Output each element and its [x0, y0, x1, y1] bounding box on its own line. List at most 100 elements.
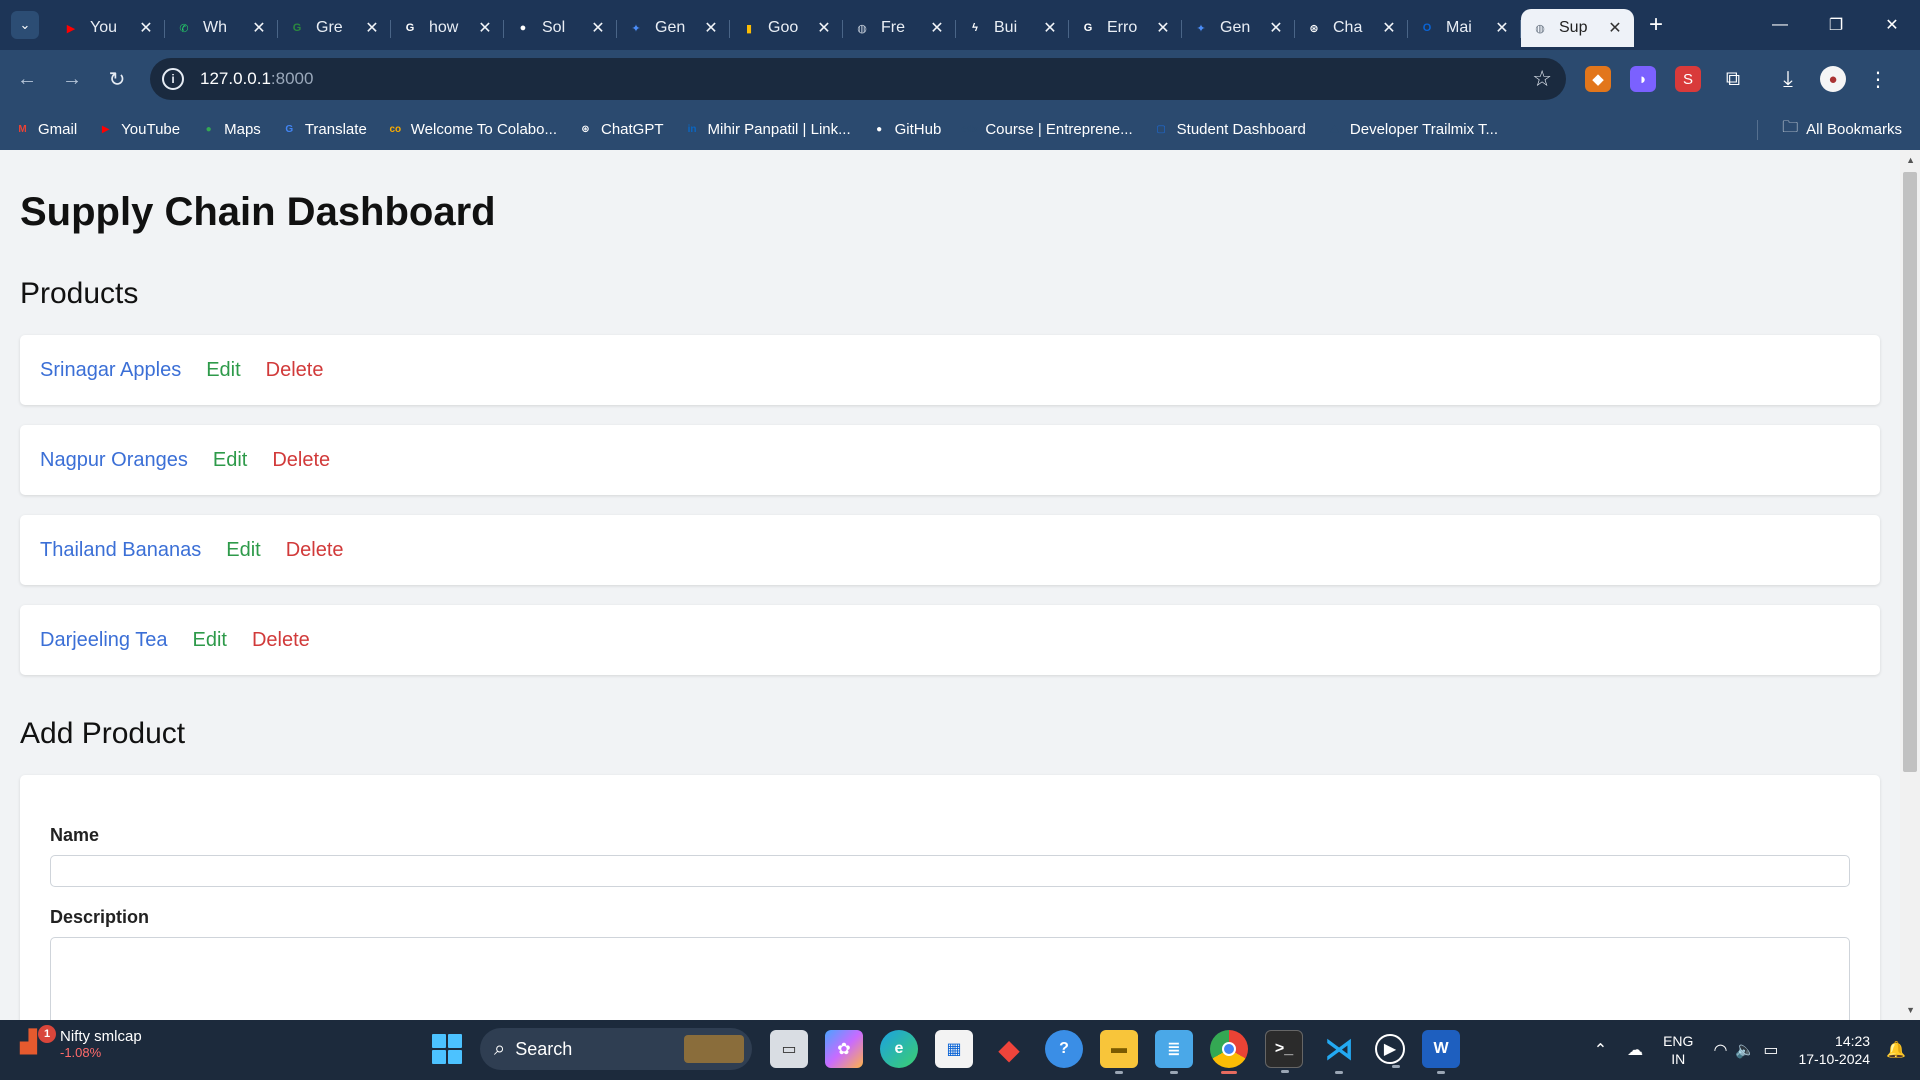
tab-close-icon[interactable]: ✕	[363, 18, 381, 38]
battery-icon[interactable]: ▭	[1763, 1040, 1778, 1060]
extensions-puzzle-icon[interactable]: ⧉	[1720, 66, 1746, 92]
tab-close-icon[interactable]: ✕	[1267, 18, 1285, 38]
tab-search-button[interactable]: ⌄	[11, 11, 39, 39]
file-explorer-icon[interactable]: ▬	[1100, 1030, 1138, 1074]
browser-tab[interactable]: ✦ Gen ✕	[617, 9, 730, 47]
browser-tab[interactable]: G Erro ✕	[1069, 9, 1182, 47]
tray-overflow-icon[interactable]: ⌃	[1594, 1040, 1607, 1060]
bookmark-item[interactable]: M Gmail	[14, 121, 77, 138]
bookmark-item[interactable]: ▶ YouTube	[97, 121, 180, 138]
help-icon[interactable]: ?	[1045, 1030, 1083, 1068]
bookmark-item[interactable]: ● GitHub	[871, 121, 941, 138]
bookmark-item[interactable]: edx Course | Entreprene...	[961, 121, 1132, 138]
restore-icon[interactable]: ❐	[1808, 0, 1864, 50]
product-link[interactable]: Darjeeling Tea	[40, 629, 168, 652]
extension-red-icon[interactable]: S	[1675, 66, 1701, 92]
notepad-icon[interactable]: ≣	[1155, 1030, 1193, 1074]
bookmark-item[interactable]: ⊛ ChatGPT	[577, 121, 663, 138]
browser-tab[interactable]: ▶ You ✕	[52, 9, 165, 47]
product-link[interactable]: Nagpur Oranges	[40, 449, 188, 472]
download-icon[interactable]: ⤓	[1775, 66, 1801, 92]
copilot-icon[interactable]: ✿	[825, 1030, 863, 1068]
volume-muted-icon[interactable]: 🔈	[1735, 1040, 1755, 1060]
anydesk-icon[interactable]: ◆	[990, 1030, 1028, 1068]
back-icon[interactable]: ←	[9, 61, 45, 97]
profile-avatar[interactable]: ●	[1820, 66, 1846, 92]
metamask-icon[interactable]: ◆	[1585, 66, 1611, 92]
close-window-icon[interactable]: ✕	[1864, 0, 1920, 50]
tab-close-icon[interactable]: ✕	[137, 18, 155, 38]
notification-bell-icon[interactable]: 🔔	[1886, 1040, 1906, 1060]
bookmark-item[interactable]: G Translate	[281, 121, 366, 138]
vscode-icon[interactable]: ⋊	[1320, 1030, 1358, 1074]
edit-link[interactable]: Edit	[206, 359, 240, 382]
delete-link[interactable]: Delete	[272, 449, 330, 472]
bookmark-item[interactable]: in Mihir Panpatil | Link...	[684, 121, 851, 138]
site-info-icon[interactable]: i	[162, 68, 184, 90]
edit-link[interactable]: Edit	[213, 449, 247, 472]
bookmark-star-icon[interactable]: ☆	[1532, 66, 1552, 92]
browser-tab[interactable]: ◍ Fre ✕	[843, 9, 956, 47]
bookmark-item[interactable]: ● Maps	[200, 121, 261, 138]
new-tab-button[interactable]: +	[1640, 9, 1672, 41]
tab-close-icon[interactable]: ✕	[1606, 18, 1624, 38]
url-text[interactable]: 127.0.0.1:8000	[200, 69, 313, 89]
page-scrollbar[interactable]: ▲ ▼	[1900, 150, 1920, 1020]
terminal-icon[interactable]: >_	[1265, 1030, 1303, 1073]
tab-close-icon[interactable]: ✕	[476, 18, 494, 38]
stock-widget[interactable]: ▟ 1 Nifty smlcap -1.08%	[20, 1025, 142, 1060]
product-link[interactable]: Srinagar Apples	[40, 359, 181, 382]
browser-tab[interactable]: ✦ Gen ✕	[1182, 9, 1295, 47]
minimize-icon[interactable]: —	[1752, 0, 1808, 50]
reload-icon[interactable]: ↻	[99, 61, 135, 97]
browser-tab[interactable]: ✆ Wh ✕	[165, 9, 278, 47]
tab-close-icon[interactable]: ✕	[1493, 18, 1511, 38]
media-player-icon[interactable]: ▶	[1375, 1034, 1405, 1068]
tab-close-icon[interactable]: ✕	[589, 18, 607, 38]
browser-tab[interactable]: Ghow ✕	[391, 9, 504, 47]
scroll-up-icon[interactable]: ▲	[1906, 155, 1915, 165]
description-textarea[interactable]	[50, 937, 1850, 1020]
browser-tab[interactable]: G Gre ✕	[278, 9, 391, 47]
chrome-icon[interactable]	[1210, 1030, 1248, 1074]
scroll-thumb[interactable]	[1903, 172, 1917, 772]
edge-icon[interactable]: e	[880, 1030, 918, 1068]
tab-close-icon[interactable]: ✕	[928, 18, 946, 38]
windows-start-icon[interactable]	[432, 1034, 462, 1064]
address-bar[interactable]: i 127.0.0.1:8000 ☆	[150, 58, 1566, 100]
word-icon[interactable]: W	[1422, 1030, 1460, 1074]
tab-close-icon[interactable]: ✕	[250, 18, 268, 38]
browser-menu-icon[interactable]: ⋮	[1865, 66, 1891, 92]
edit-link[interactable]: Edit	[226, 539, 260, 562]
product-link[interactable]: Thailand Bananas	[40, 539, 201, 562]
tab-close-icon[interactable]: ✕	[1041, 18, 1059, 38]
all-bookmarks-button[interactable]: 🗀 All Bookmarks	[1782, 108, 1902, 150]
tab-close-icon[interactable]: ✕	[815, 18, 833, 38]
scroll-down-icon[interactable]: ▼	[1906, 1005, 1915, 1015]
clock[interactable]: 14:23 17-10-2024	[1798, 1032, 1870, 1068]
bookmark-item[interactable]: ▢ Student Dashboard	[1153, 121, 1306, 138]
tab-close-icon[interactable]: ✕	[702, 18, 720, 38]
browser-tab[interactable]: ϟ Bui ✕	[956, 9, 1069, 47]
browser-tab[interactable]: ● Sol ✕	[504, 9, 617, 47]
delete-link[interactable]: Delete	[266, 359, 324, 382]
browser-tab[interactable]: ▮ Goo ✕	[730, 9, 843, 47]
store-icon[interactable]: ▦	[935, 1030, 973, 1068]
edit-link[interactable]: Edit	[193, 629, 227, 652]
onedrive-icon[interactable]: ☁	[1627, 1040, 1643, 1060]
task-view-icon[interactable]: ▭	[770, 1030, 808, 1068]
bookmark-item[interactable]: ⛰ Developer Trailmix T...	[1326, 121, 1498, 138]
wifi-icon[interactable]: ◠	[1713, 1040, 1727, 1060]
taskbar-search[interactable]: ⌕ Search	[480, 1028, 752, 1070]
name-input[interactable]	[50, 855, 1850, 887]
browser-tab[interactable]: ◍ Sup ✕	[1521, 9, 1634, 47]
browser-tab[interactable]: O Mai ✕	[1408, 9, 1521, 47]
tab-close-icon[interactable]: ✕	[1380, 18, 1398, 38]
browser-tab[interactable]: ⊛ Cha ✕	[1295, 9, 1408, 47]
delete-link[interactable]: Delete	[286, 539, 344, 562]
forward-icon[interactable]: →	[54, 61, 90, 97]
bookmark-item[interactable]: co Welcome To Colabo...	[387, 121, 557, 138]
delete-link[interactable]: Delete	[252, 629, 310, 652]
tab-close-icon[interactable]: ✕	[1154, 18, 1172, 38]
gamepad-extension-icon[interactable]: ◗	[1630, 66, 1656, 92]
